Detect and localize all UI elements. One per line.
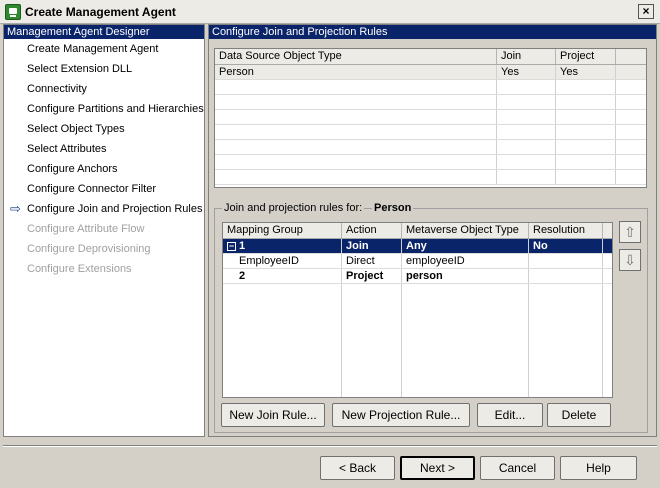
table-row[interactable]: 2 Project person	[223, 269, 612, 284]
window-title: Create Management Agent	[25, 5, 176, 19]
nav-step-configure-anchors[interactable]: Configure Anchors	[4, 159, 204, 179]
mapping-group-cell: 2	[223, 269, 342, 283]
object-grid-header: Data Source Object Type Join Project	[215, 49, 646, 65]
empty-row	[215, 125, 646, 140]
join-cell: Yes	[497, 65, 556, 79]
column-header-project[interactable]: Project	[556, 49, 616, 64]
empty-row	[215, 155, 646, 170]
cancel-button[interactable]: Cancel	[480, 456, 555, 480]
edit-button[interactable]: Edit...	[477, 403, 543, 427]
column-header-action[interactable]: Action	[342, 223, 402, 238]
action-cell: Direct	[342, 254, 402, 268]
table-row[interactable]: Person Yes Yes	[215, 65, 646, 80]
column-header-join[interactable]: Join	[497, 49, 556, 64]
close-button[interactable]: ×	[638, 4, 654, 19]
rules-grid[interactable]: Mapping Group Action Metaverse Object Ty…	[222, 222, 613, 398]
empty-row	[215, 140, 646, 155]
designer-nav-pane: Management Agent Designer Create Managem…	[3, 24, 205, 437]
arrow-right-icon: ⇨	[10, 201, 21, 216]
nav-step-select-attributes[interactable]: Select Attributes	[4, 139, 204, 159]
action-cell: Join	[342, 239, 402, 253]
empty-row	[215, 110, 646, 125]
create-management-agent-window: Create Management Agent × Management Age…	[0, 0, 660, 488]
nav-step-configure-partitions[interactable]: Configure Partitions and Hierarchies	[4, 99, 204, 119]
object-type-grid[interactable]: Data Source Object Type Join Project Per…	[214, 48, 647, 188]
metaverse-object-type-cell: employeeID	[402, 254, 529, 268]
empty-row	[215, 170, 646, 185]
rules-grid-header: Mapping Group Action Metaverse Object Ty…	[223, 223, 612, 239]
nav-step-configure-join-projection[interactable]: ⇨ Configure Join and Projection Rules	[4, 199, 204, 219]
project-cell: Yes	[556, 65, 616, 79]
delete-button[interactable]: Delete	[547, 403, 611, 427]
nav-step-configure-connector-filter[interactable]: Configure Connector Filter	[4, 179, 204, 199]
empty-rows-area	[223, 284, 612, 397]
footer-separator	[3, 445, 657, 447]
next-button[interactable]: Next >	[400, 456, 475, 480]
nav-step-select-extension-dll[interactable]: Select Extension DLL	[4, 59, 204, 79]
collapse-icon[interactable]: −	[227, 241, 236, 251]
metaverse-object-type-cell: Any	[402, 239, 529, 253]
back-button[interactable]: < Back	[320, 456, 395, 480]
resolution-cell: No	[529, 239, 603, 253]
help-button[interactable]: Help	[560, 456, 637, 480]
rules-for-label: Join and projection rules for:	[222, 202, 365, 214]
table-row[interactable]: −1 Join Any No	[223, 239, 612, 254]
metaverse-object-type-cell: person	[402, 269, 529, 283]
resolution-cell	[529, 269, 603, 283]
rules-object-name: Person	[372, 202, 414, 214]
empty-row	[215, 80, 646, 95]
object-type-cell: Person	[215, 65, 497, 79]
management-agent-icon	[5, 4, 21, 20]
new-projection-rule-button[interactable]: New Projection Rule...	[332, 403, 470, 427]
nav-pane-header: Management Agent Designer	[4, 25, 204, 39]
action-cell: Project	[342, 269, 402, 283]
nav-step-configure-attribute-flow: Configure Attribute Flow	[27, 223, 145, 235]
column-header-mapping-group[interactable]: Mapping Group	[223, 223, 342, 238]
title-bar: Create Management Agent ×	[0, 0, 660, 24]
nav-step-select-object-types[interactable]: Select Object Types	[4, 119, 204, 139]
nav-step-create-management-agent[interactable]: Create Management Agent	[4, 39, 204, 59]
column-header-resolution[interactable]: Resolution	[529, 223, 603, 238]
column-header-data-source-object-type[interactable]: Data Source Object Type	[215, 49, 497, 64]
new-join-rule-button[interactable]: New Join Rule...	[221, 403, 325, 427]
mapping-group-value: 1	[239, 240, 246, 252]
nav-step-configure-deprovisioning: Configure Deprovisioning	[27, 243, 151, 255]
nav-step-configure-extensions: Configure Extensions	[27, 263, 132, 275]
move-up-button[interactable]: ⇧	[619, 221, 641, 243]
mapping-group-cell: EmployeeID	[223, 254, 342, 268]
empty-row	[215, 95, 646, 110]
main-pane-header: Configure Join and Projection Rules	[209, 25, 656, 39]
move-down-button[interactable]: ⇩	[619, 249, 641, 271]
nav-step-connectivity[interactable]: Connectivity	[4, 79, 204, 99]
column-header-metaverse-object-type[interactable]: Metaverse Object Type	[402, 223, 529, 238]
resolution-cell	[529, 254, 603, 268]
table-row[interactable]: EmployeeID Direct employeeID	[223, 254, 612, 269]
mapping-group-cell: −1	[223, 239, 342, 253]
designer-steps-list: Create Management Agent Select Extension…	[4, 39, 204, 279]
